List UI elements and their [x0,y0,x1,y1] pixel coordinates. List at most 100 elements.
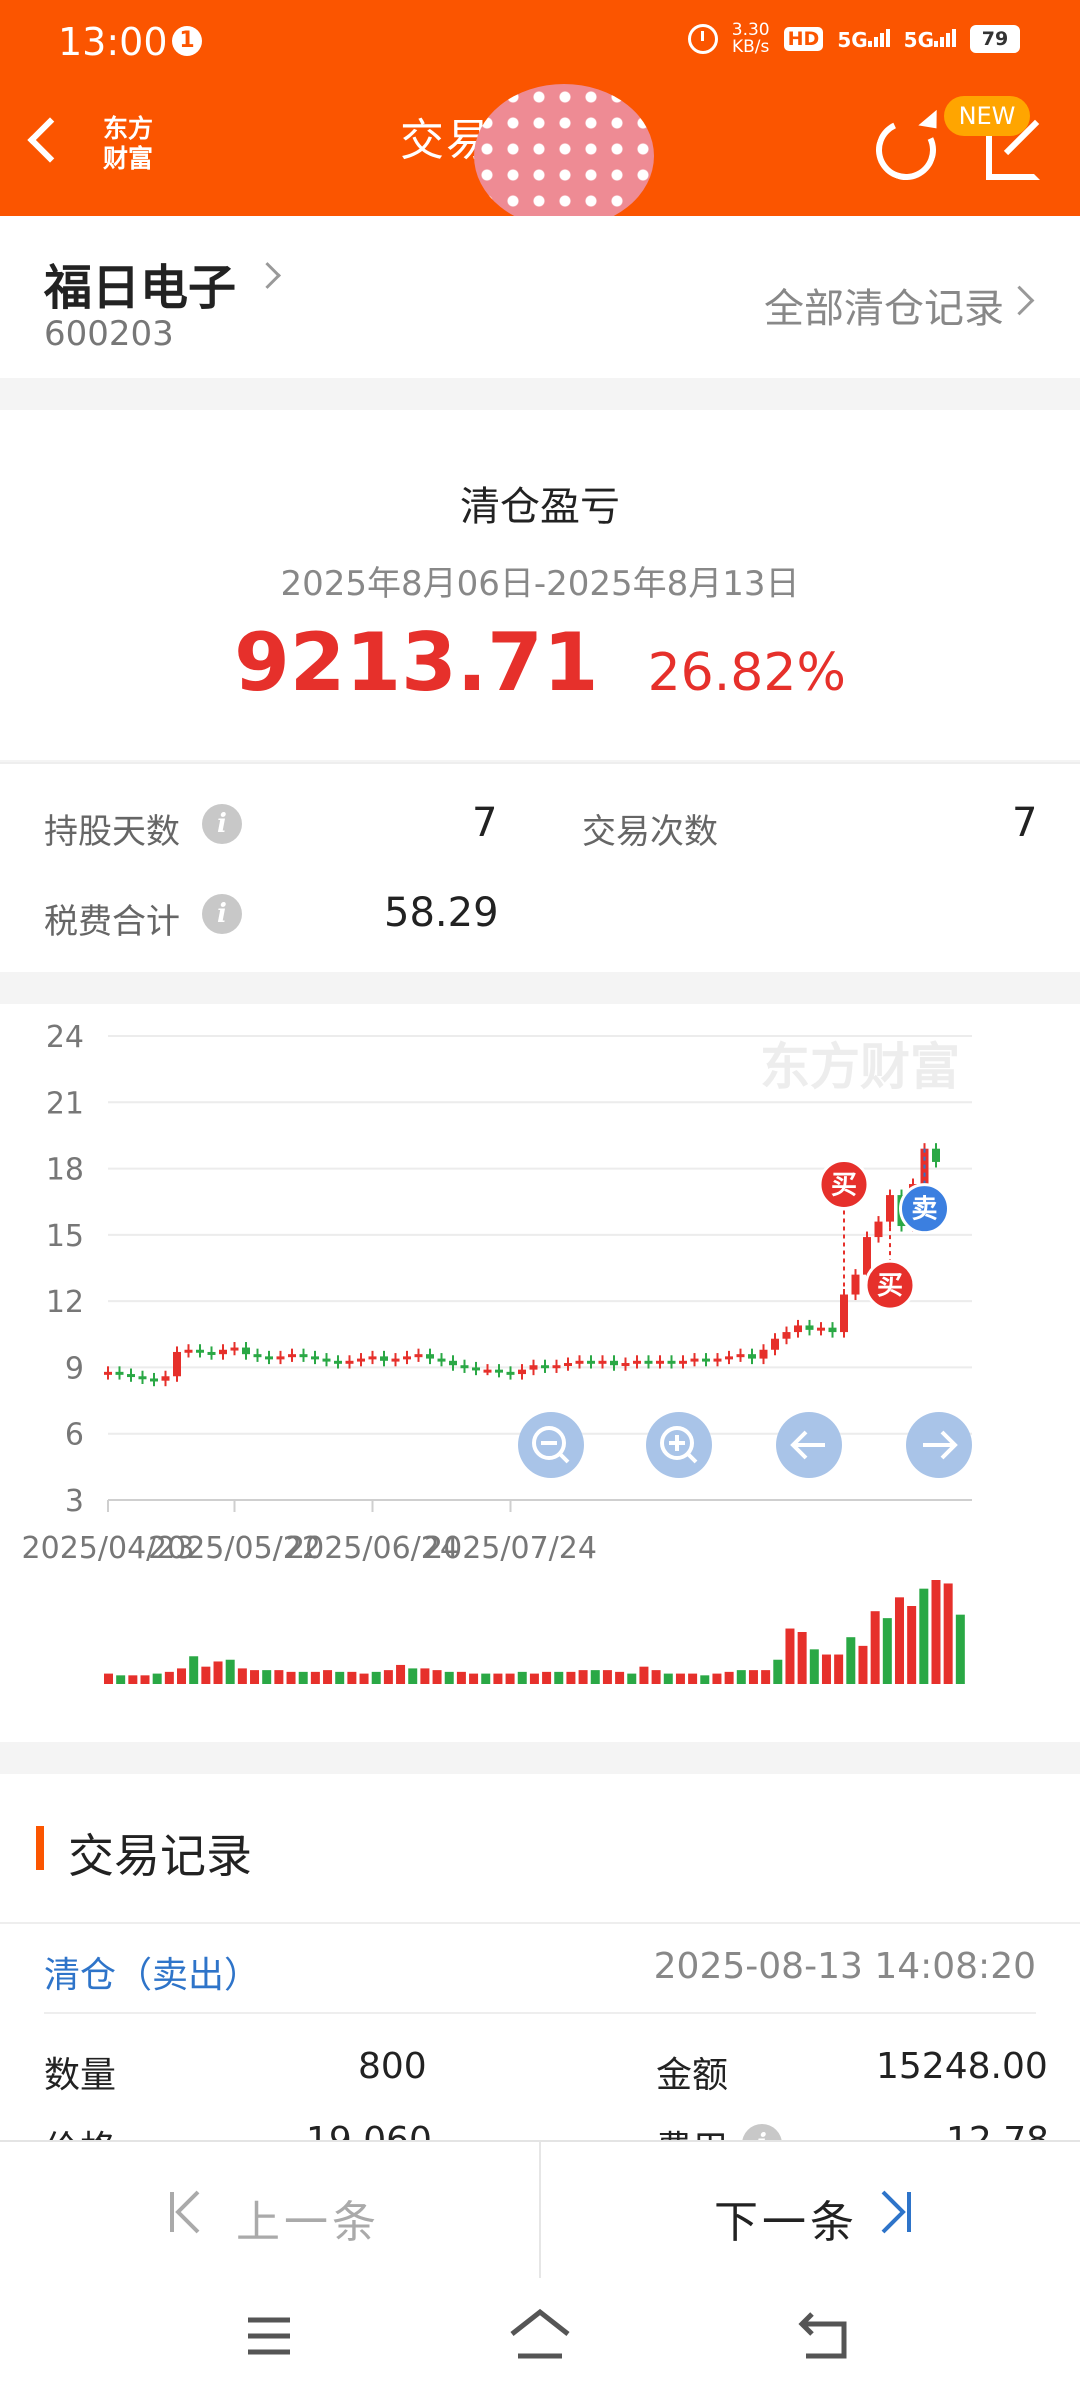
volume-bar [724,1671,734,1684]
skip-last-icon [881,2190,911,2234]
volume-bar [748,1670,758,1684]
volume-bar [237,1668,247,1684]
volume-bar [432,1670,442,1684]
candle-body [782,1332,791,1339]
candle-body [288,1354,296,1358]
y-tick-label: 6 [65,1418,84,1453]
records-section-title: 交易记录 [68,1829,252,1883]
record-time: 2025-08-13 14:08:20 [653,1946,1036,1987]
candle-body [805,1325,814,1330]
candle-body [403,1356,411,1360]
record-navigation: 上一条 下一条 [0,2140,1080,2280]
zoom-out-button[interactable] [518,1412,584,1478]
candle-body [725,1356,733,1360]
candle-body [874,1221,883,1238]
chevron-right-icon [1004,285,1035,316]
candle-body [794,1325,802,1333]
volume-bar [931,1580,941,1684]
volume-bar [821,1654,831,1684]
watermark-text: 东方财富 [760,1038,960,1096]
y-tick-label: 24 [46,1020,84,1055]
volume-bar [152,1673,162,1684]
fees-value: 58.29 [384,890,499,936]
volume-bar [797,1632,807,1684]
alarm-icon [687,24,718,54]
y-tick-label: 9 [65,1351,84,1386]
volume-bar [907,1606,917,1684]
volume-bar [177,1668,187,1684]
next-record-label: 下一条 [714,2197,858,2248]
fees-label: 税费合计 [44,902,180,942]
candle-body [656,1360,664,1364]
candle-body [322,1358,331,1362]
clearance-summary: 清仓盈亏 2025年8月06日-2025年8月13日 9213.71 26.82… [0,410,1080,760]
home-icon[interactable] [508,2308,572,2360]
app-header: 13:00 1 3.30KB/s HD 5G 5G 79 东方 财富 交易 析 … [0,0,1080,228]
volume-bar [323,1670,333,1684]
candle-body [150,1378,158,1382]
eastmoney-logo: 东方 财富 [94,114,162,182]
privacy-sticker [474,84,654,228]
next-record-button[interactable]: 下一条 [541,2142,1080,2280]
qty-label: 数量 [44,2055,117,2096]
candle-body [184,1349,193,1353]
back-icon[interactable] [27,117,73,163]
price-label: 价格 [44,2120,116,2140]
volume-bar [116,1675,126,1684]
volume-bar [201,1666,211,1684]
system-navigation-bar [0,2278,1080,2408]
volume-bar [663,1673,673,1684]
candle-body [552,1365,561,1369]
volume-bar [347,1671,357,1684]
candle-body [690,1358,699,1362]
volume-bar [396,1664,406,1684]
candle-body [127,1374,135,1378]
candle-body [817,1327,825,1331]
volume-bar [128,1675,138,1684]
info-icon[interactable]: i [202,894,242,934]
candle-body [748,1354,756,1359]
profit-amount: 9213.71 [234,616,599,709]
candle-body [437,1358,446,1362]
candle-body [196,1349,204,1353]
info-icon[interactable]: i [202,804,242,844]
status-icons: 3.30 KB/s HD 5G 5G 79 [687,22,1020,56]
candle-body [679,1360,687,1364]
info-icon[interactable]: i [742,2124,782,2140]
previous-record-button[interactable]: 上一条 [0,2142,539,2280]
menu-icon[interactable] [244,2314,294,2358]
candle-body [161,1376,170,1381]
volume-bar [529,1673,539,1684]
all-clearance-records-link[interactable]: 全部清仓记录 [764,276,1004,334]
kline-chart[interactable]: 东方财富 24 21 18 15 12 9 6 3 2025/04/23 2025/05/22 202… [0,1004,1080,1742]
candle-body [219,1349,227,1355]
candle-body [207,1351,216,1355]
zoom-in-button[interactable] [646,1412,712,1478]
volume-bar [140,1675,150,1684]
candle-body [414,1354,423,1358]
volume-bar [651,1670,661,1684]
candle-body [529,1365,538,1370]
buy-marker-label: 买 [831,1171,857,1201]
section-accent-bar [36,1826,44,1870]
hd-icon: HD [783,27,824,51]
profit-percent: 26.82% [647,643,846,703]
volume-bar [882,1618,892,1684]
stock-name[interactable]: 福日电子 [44,248,236,318]
volume-bar [712,1673,722,1684]
volume-bar [104,1673,113,1684]
candle-body [345,1360,354,1364]
volume-bar [943,1583,953,1684]
volume-bar [262,1670,272,1684]
volume-bar [761,1670,771,1684]
volume-bar [444,1671,454,1684]
candle-body [932,1148,940,1162]
volume-bar [274,1670,284,1684]
pan-left-button[interactable] [776,1412,842,1478]
pan-right-button[interactable] [906,1412,972,1478]
back-nav-icon[interactable] [798,2310,852,2360]
volume-bar [250,1670,260,1684]
candle-body [541,1365,549,1369]
sell-marker-label: 卖 [911,1195,937,1225]
volume-bar [834,1654,844,1684]
